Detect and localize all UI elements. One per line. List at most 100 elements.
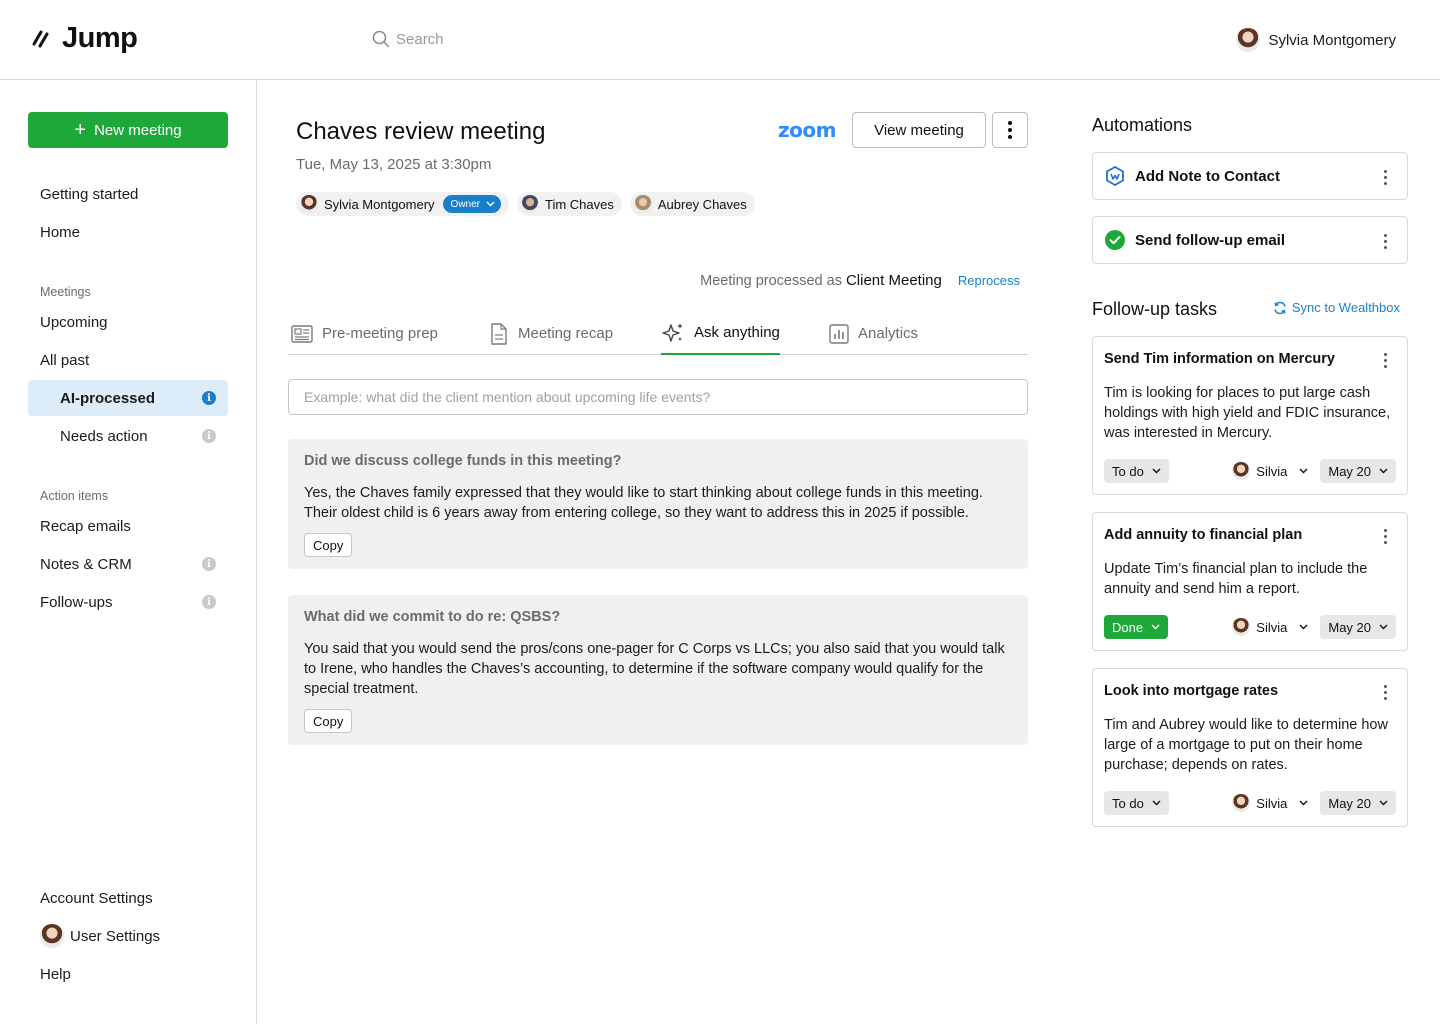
- sync-wealthbox-link[interactable]: Sync to Wealthbox: [1273, 300, 1400, 315]
- jump-logo[interactable]: Jump: [32, 22, 138, 55]
- check-circle-icon: [1105, 230, 1125, 250]
- automation-label: Send follow-up email: [1135, 231, 1286, 249]
- more-options-button[interactable]: [992, 112, 1028, 148]
- assignee-dropdown[interactable]: Silvia: [1224, 459, 1316, 483]
- sidebar-item-follow-ups[interactable]: Follow-ups i: [28, 584, 228, 620]
- info-icon[interactable]: i: [202, 557, 216, 571]
- status-label: Done: [1112, 619, 1144, 635]
- sidebar-item-recap-emails[interactable]: Recap emails: [28, 508, 228, 544]
- search-bar[interactable]: [372, 30, 596, 48]
- due-date-dropdown[interactable]: May 20: [1320, 615, 1396, 639]
- task-meta: To do Silvia May 20: [1104, 791, 1396, 815]
- task-description: Tim is looking for places to put large c…: [1104, 385, 1391, 441]
- chevron-down-icon: [1151, 624, 1160, 630]
- wealthbox-icon: [1105, 166, 1125, 186]
- info-icon[interactable]: i: [202, 429, 216, 443]
- due-date-dropdown[interactable]: May 20: [1320, 791, 1396, 815]
- newspaper-icon: [291, 324, 313, 343]
- sync-icon: [1274, 301, 1286, 314]
- tab-ask-anything[interactable]: Ask anything: [661, 312, 780, 355]
- bar-chart-icon: [829, 323, 849, 344]
- chevron-down-icon: [486, 201, 495, 207]
- app-name: Jump: [62, 22, 138, 54]
- due-date-dropdown[interactable]: May 20: [1320, 459, 1396, 483]
- task-card[interactable]: Add annuity to financial plan Update Tim…: [1092, 512, 1408, 651]
- task-card[interactable]: Send Tim information on Mercury Tim is l…: [1092, 336, 1408, 495]
- sidebar-item-notes-crm[interactable]: Notes & CRM i: [28, 546, 228, 582]
- task-title: Send Tim information on Mercury: [1104, 351, 1335, 367]
- task-title: Look into mortgage rates: [1104, 683, 1279, 699]
- chevron-down-icon: [1299, 800, 1308, 806]
- sidebar-item-all-past[interactable]: All past: [28, 342, 228, 378]
- status-dropdown[interactable]: To do: [1104, 459, 1169, 483]
- due-date: May 20: [1328, 619, 1371, 635]
- user-menu[interactable]: Sylvia Montgomery: [1236, 28, 1396, 52]
- owner-badge-label: Owner: [450, 198, 480, 210]
- tab-label: Ask anything: [694, 324, 780, 341]
- tab-meeting-recap[interactable]: Meeting recap: [489, 312, 613, 355]
- due-date: May 20: [1328, 795, 1371, 811]
- participant-list: Sylvia Montgomery Owner Tim Chaves Aubre…: [296, 192, 755, 216]
- avatar: [633, 195, 652, 213]
- reprocess-link[interactable]: Reprocess: [958, 273, 1020, 288]
- sidebar-item-label: Help: [40, 965, 71, 983]
- view-meeting-button[interactable]: View meeting: [852, 112, 986, 148]
- chevron-down-icon: [1379, 468, 1388, 474]
- task-description: Update Tim’s financial plan to include t…: [1104, 561, 1368, 597]
- avatar: [40, 924, 64, 948]
- task-description: Tim and Aubrey would like to determine h…: [1104, 717, 1388, 773]
- sidebar-item-ai-processed[interactable]: AI-processed i: [28, 380, 228, 416]
- new-meeting-button[interactable]: + New meeting: [28, 112, 228, 148]
- kebab-icon[interactable]: [1384, 529, 1387, 544]
- sidebar-item-label: Home: [40, 223, 81, 241]
- participant-chip[interactable]: Aubrey Chaves: [629, 192, 755, 216]
- assignee-name: Silvia: [1256, 463, 1288, 479]
- ask-anything-input[interactable]: [288, 379, 1028, 415]
- page-title: Chaves review meeting: [296, 118, 546, 145]
- tab-label: Pre-meeting prep: [322, 325, 438, 342]
- assignee-dropdown[interactable]: Silvia: [1224, 615, 1316, 639]
- sidebar-item-user-settings[interactable]: User Settings: [28, 918, 228, 954]
- owner-badge[interactable]: Owner: [442, 195, 501, 213]
- sidebar-item-upcoming[interactable]: Upcoming: [28, 304, 228, 340]
- assignee-name: Silvia: [1256, 795, 1288, 811]
- info-icon[interactable]: i: [202, 595, 216, 609]
- avatar: [1232, 794, 1251, 812]
- qa-question: Did we discuss college funds in this mee…: [304, 453, 622, 469]
- automation-label: Add Note to Contact: [1135, 167, 1280, 185]
- sidebar-item-account-settings[interactable]: Account Settings: [28, 880, 228, 916]
- avatar: [300, 195, 318, 213]
- kebab-icon[interactable]: [1384, 234, 1387, 249]
- sidebar-item-needs-action[interactable]: Needs action i: [28, 418, 228, 454]
- processed-prefix: Meeting processed as: [700, 273, 842, 289]
- sidebar-item-home[interactable]: Home: [28, 214, 228, 250]
- tab-pre-meeting-prep[interactable]: Pre-meeting prep: [291, 312, 438, 355]
- sidebar-item-label: All past: [40, 351, 90, 369]
- chevron-down-icon: [1152, 468, 1161, 474]
- avatar: [1232, 462, 1251, 480]
- status-dropdown[interactable]: To do: [1104, 791, 1169, 815]
- status-dropdown[interactable]: Done: [1104, 615, 1169, 639]
- sidebar-item-help[interactable]: Help: [28, 956, 228, 992]
- participant-chip[interactable]: Sylvia Montgomery Owner: [296, 192, 509, 216]
- tab-analytics[interactable]: Analytics: [829, 312, 918, 355]
- sidebar-item-label: Getting started: [40, 185, 139, 203]
- info-icon[interactable]: i: [202, 391, 216, 405]
- copy-button[interactable]: Copy: [304, 709, 353, 733]
- assignee-dropdown[interactable]: Silvia: [1224, 791, 1316, 815]
- kebab-icon[interactable]: [1384, 353, 1387, 368]
- task-card[interactable]: Look into mortgage rates Tim and Aubrey …: [1092, 668, 1408, 827]
- kebab-icon[interactable]: [1384, 170, 1387, 185]
- sidebar-item-label: Notes & CRM: [40, 555, 132, 573]
- kebab-icon[interactable]: [1384, 685, 1387, 700]
- qa-card: What did we commit to do re: QSBS? You s…: [288, 595, 1028, 745]
- new-meeting-label: New meeting: [94, 121, 182, 139]
- user-name: Sylvia Montgomery: [1268, 31, 1396, 49]
- participant-chip[interactable]: Tim Chaves: [517, 192, 622, 216]
- sidebar-item-getting-started[interactable]: Getting started: [28, 176, 228, 212]
- copy-button[interactable]: Copy: [304, 533, 353, 557]
- automation-add-note[interactable]: Add Note to Contact: [1092, 152, 1408, 200]
- search-input[interactable]: [396, 30, 596, 48]
- automation-send-email[interactable]: Send follow-up email: [1092, 216, 1408, 264]
- followups-heading: Follow-up tasks: [1092, 299, 1218, 319]
